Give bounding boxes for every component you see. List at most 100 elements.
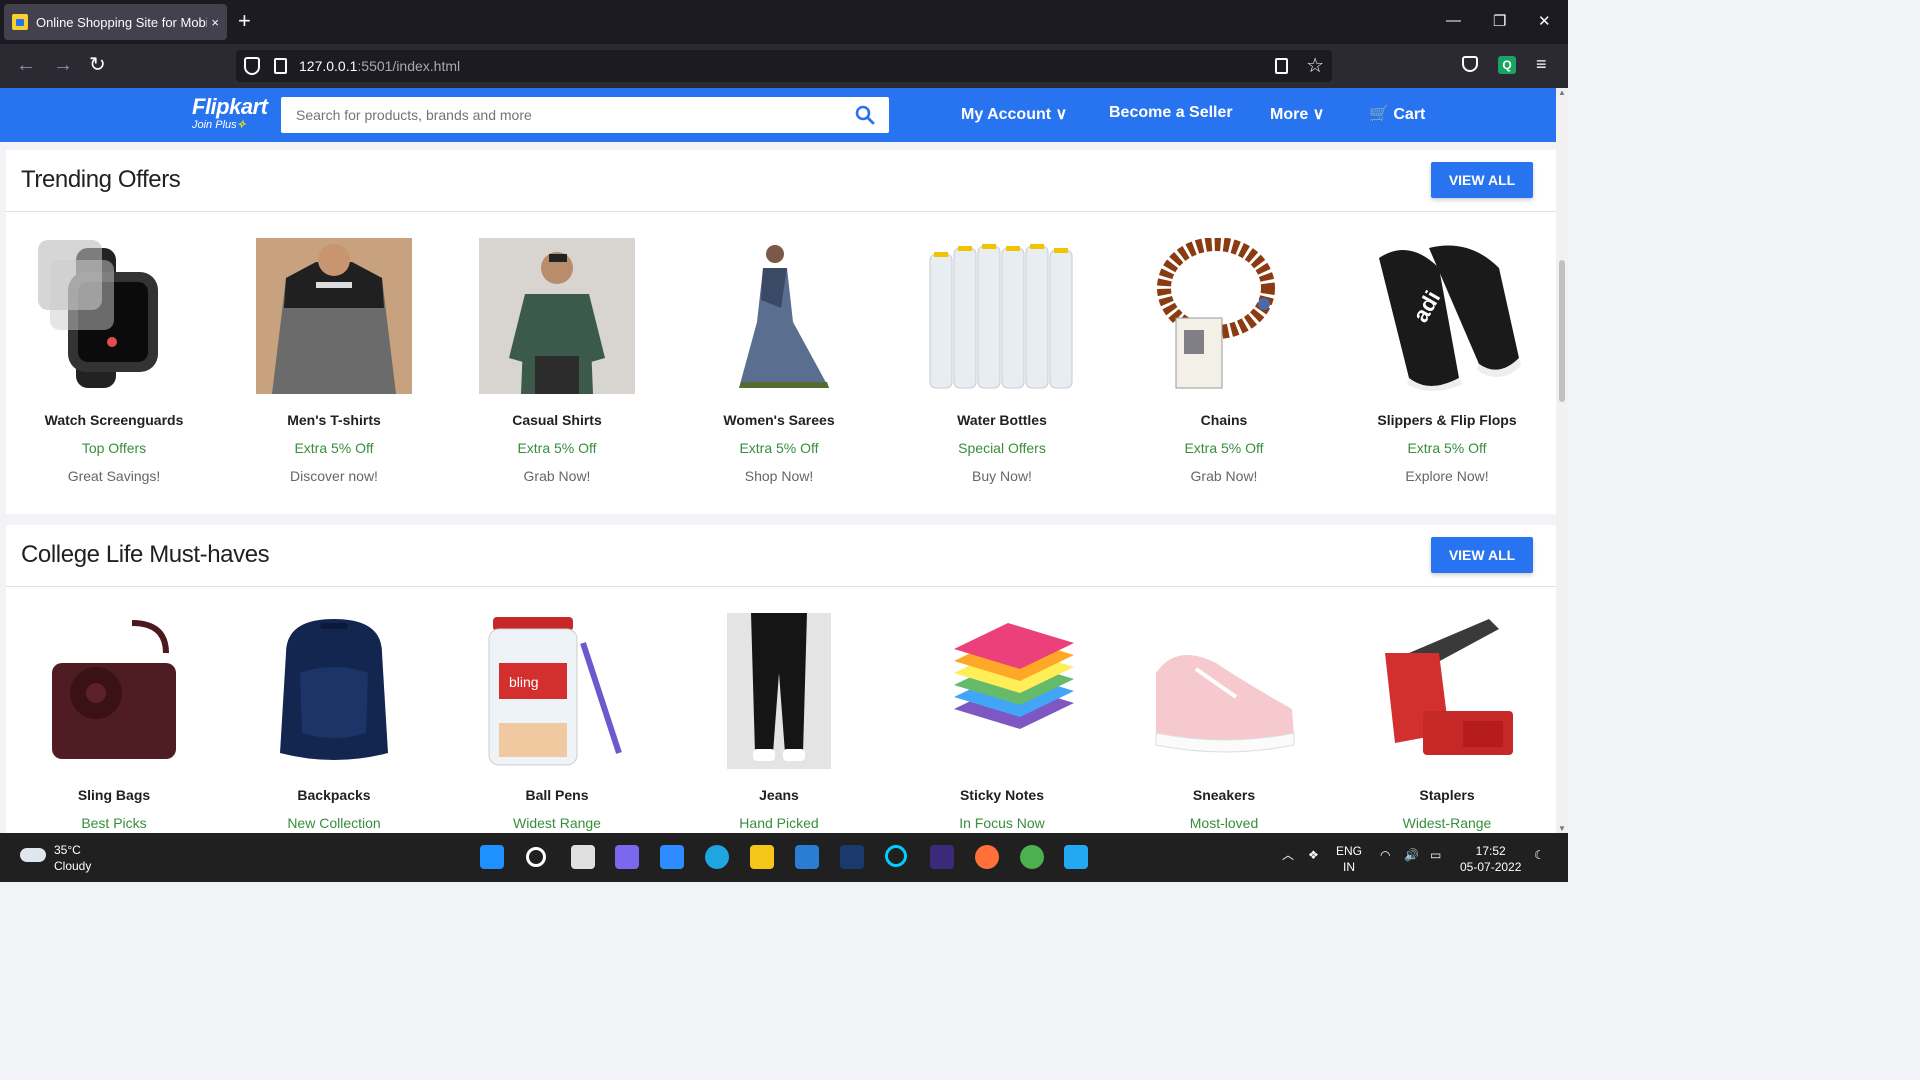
search-box	[281, 97, 889, 133]
product-card[interactable]: Sling Bags Best Picks	[14, 587, 214, 831]
search-taskbar-icon[interactable]	[526, 847, 546, 867]
mail-icon[interactable]	[795, 845, 819, 869]
amazon-music-icon[interactable]	[930, 845, 954, 869]
flipkart-logo[interactable]: Flipkart Join Plus✧	[192, 94, 268, 131]
chrome-icon[interactable]	[1020, 845, 1044, 869]
product-card[interactable]: Watch Screenguards Top Offers Great Savi…	[14, 212, 214, 484]
wifi-icon[interactable]: ◠	[1380, 847, 1390, 863]
product-card[interactable]: bling Ball Pens Widest Range	[457, 587, 657, 831]
product-card[interactable]: Sneakers Most-loved	[1124, 587, 1324, 831]
product-offer: Extra 5% Off	[739, 440, 819, 456]
slippers-image: adi	[1369, 238, 1525, 394]
browser-tab[interactable]: Online Shopping Site for Mobile ×	[4, 4, 227, 40]
notification-icon[interactable]: ☾	[1534, 847, 1545, 863]
page-info-icon[interactable]	[274, 58, 287, 74]
scroll-down-icon[interactable]: ▼	[1558, 824, 1566, 833]
college-must-haves-section: College Life Must-haves VIEW ALL Sling B…	[6, 525, 1556, 833]
vscode-icon[interactable]	[1064, 845, 1088, 869]
clock-date: 05-07-2022	[1460, 860, 1522, 874]
product-card[interactable]: Casual Shirts Extra 5% Off Grab Now!	[457, 212, 657, 484]
product-card[interactable]: Staplers Widest-Range	[1347, 587, 1547, 831]
become-seller-link[interactable]: Become a Seller	[1109, 104, 1233, 122]
windows-taskbar: 35°C Cloudy ︿ ❖ ENG IN ◠ 🔊 ▭ 17:52 05-07-20…	[0, 833, 1568, 882]
sling-bag-image	[36, 613, 192, 769]
browser-toolbar: ← → ↻ 127.0.0.1:5501/index.html ☆ Q ≡	[0, 44, 1568, 88]
cart-link[interactable]: 🛒 Cart	[1369, 104, 1425, 124]
more-menu[interactable]: More ∨	[1270, 104, 1324, 124]
bookmark-star-icon[interactable]: ☆	[1306, 53, 1324, 78]
pocket-icon[interactable]	[1462, 56, 1478, 72]
chain-image	[1146, 237, 1302, 394]
product-offer: Special Offers	[958, 440, 1046, 456]
product-card[interactable]: Chains Extra 5% Off Grab Now!	[1124, 212, 1324, 484]
product-card[interactable]: Water Bottles Special Offers Buy Now!	[902, 212, 1102, 484]
product-offer: Extra 5% Off	[294, 440, 374, 456]
search-input[interactable]	[296, 97, 836, 133]
lang-region: IN	[1343, 860, 1355, 874]
product-tagline: Buy Now!	[972, 468, 1032, 484]
product-offer: New Collection	[287, 815, 381, 831]
new-tab-button[interactable]: +	[238, 10, 251, 32]
product-card[interactable]: Sticky Notes In Focus Now	[902, 587, 1102, 831]
product-tagline: Shop Now!	[744, 468, 814, 484]
url-host: 127.0.0.1	[299, 58, 358, 74]
volume-icon[interactable]: 🔊	[1404, 847, 1419, 863]
product-offer: Extra 5% Off	[1184, 440, 1264, 456]
product-offer: Extra 5% Off	[517, 440, 597, 456]
forward-icon[interactable]: →	[53, 54, 73, 76]
product-offer: Widest Range	[513, 815, 601, 831]
battery-icon[interactable]: ▭	[1430, 847, 1441, 863]
product-name: Sneakers	[1192, 787, 1256, 803]
back-icon[interactable]: ←	[16, 54, 36, 76]
minimize-icon[interactable]: —	[1446, 12, 1461, 29]
address-bar[interactable]: 127.0.0.1:5501/index.html ☆	[236, 50, 1332, 82]
extension-q-icon[interactable]: Q	[1498, 56, 1516, 74]
cart-icon: 🛒	[1369, 106, 1389, 123]
firefox-icon[interactable]	[975, 845, 999, 869]
view-all-button[interactable]: VIEW ALL	[1431, 537, 1533, 573]
language-indicator[interactable]: ENG IN	[1336, 843, 1362, 875]
page-scrollbar[interactable]: ▲ ▼	[1556, 88, 1568, 833]
plus-icon: ✧	[236, 119, 246, 131]
product-name: Chains	[1200, 412, 1248, 428]
prime-video-icon[interactable]	[840, 845, 864, 869]
tracking-shield-icon[interactable]	[244, 57, 260, 75]
product-name: Backpacks	[297, 787, 371, 803]
search-icon[interactable]	[855, 105, 875, 125]
zoom-icon[interactable]	[660, 845, 684, 869]
backpack-image	[256, 613, 412, 769]
task-view-icon[interactable]	[571, 845, 595, 869]
close-window-icon[interactable]: ✕	[1538, 12, 1551, 30]
product-name: Casual Shirts	[512, 412, 602, 428]
windows-start-icon[interactable]	[480, 845, 504, 869]
hamburger-menu-icon[interactable]: ≡	[1536, 54, 1547, 75]
product-card[interactable]: Jeans Hand Picked	[679, 587, 879, 831]
product-card[interactable]: Backpacks New Collection	[234, 587, 434, 831]
product-name: Slippers & Flip Flops	[1377, 412, 1517, 428]
product-card[interactable]: adi Slippers & Flip Flops Extra 5% Off E…	[1347, 212, 1547, 484]
page-viewport: Flipkart Join Plus✧ My Account ∨ Become …	[0, 88, 1568, 833]
view-all-button[interactable]: VIEW ALL	[1431, 162, 1533, 198]
url-text[interactable]: 127.0.0.1:5501/index.html	[299, 58, 460, 74]
show-hidden-icons[interactable]: ︿	[1282, 847, 1294, 863]
cortana-icon[interactable]	[885, 845, 907, 867]
my-account-menu[interactable]: My Account ∨	[961, 104, 1067, 124]
clock[interactable]: 17:52 05-07-2022	[1460, 843, 1521, 875]
product-name: Staplers	[1419, 787, 1475, 803]
product-card[interactable]: Women's Sarees Extra 5% Off Shop Now!	[679, 212, 879, 484]
teams-chat-icon[interactable]	[615, 845, 639, 869]
product-offer: Widest-Range	[1402, 815, 1492, 831]
reader-view-icon[interactable]	[1275, 58, 1288, 74]
reload-icon[interactable]: ↻	[89, 54, 106, 76]
file-explorer-icon[interactable]	[750, 845, 774, 869]
url-path: :5501/index.html	[357, 58, 461, 74]
tab-close-icon[interactable]: ×	[211, 15, 219, 30]
edge-icon[interactable]	[705, 845, 729, 869]
restore-icon[interactable]: ❐	[1493, 12, 1506, 30]
jeans-image	[701, 613, 857, 769]
product-tagline: Grab Now!	[1190, 468, 1258, 484]
product-card[interactable]: Men's T-shirts Extra 5% Off Discover now…	[234, 212, 434, 484]
scrollbar-thumb[interactable]	[1559, 260, 1565, 402]
dropbox-icon[interactable]: ❖	[1308, 847, 1319, 863]
scroll-up-icon[interactable]: ▲	[1558, 88, 1566, 97]
